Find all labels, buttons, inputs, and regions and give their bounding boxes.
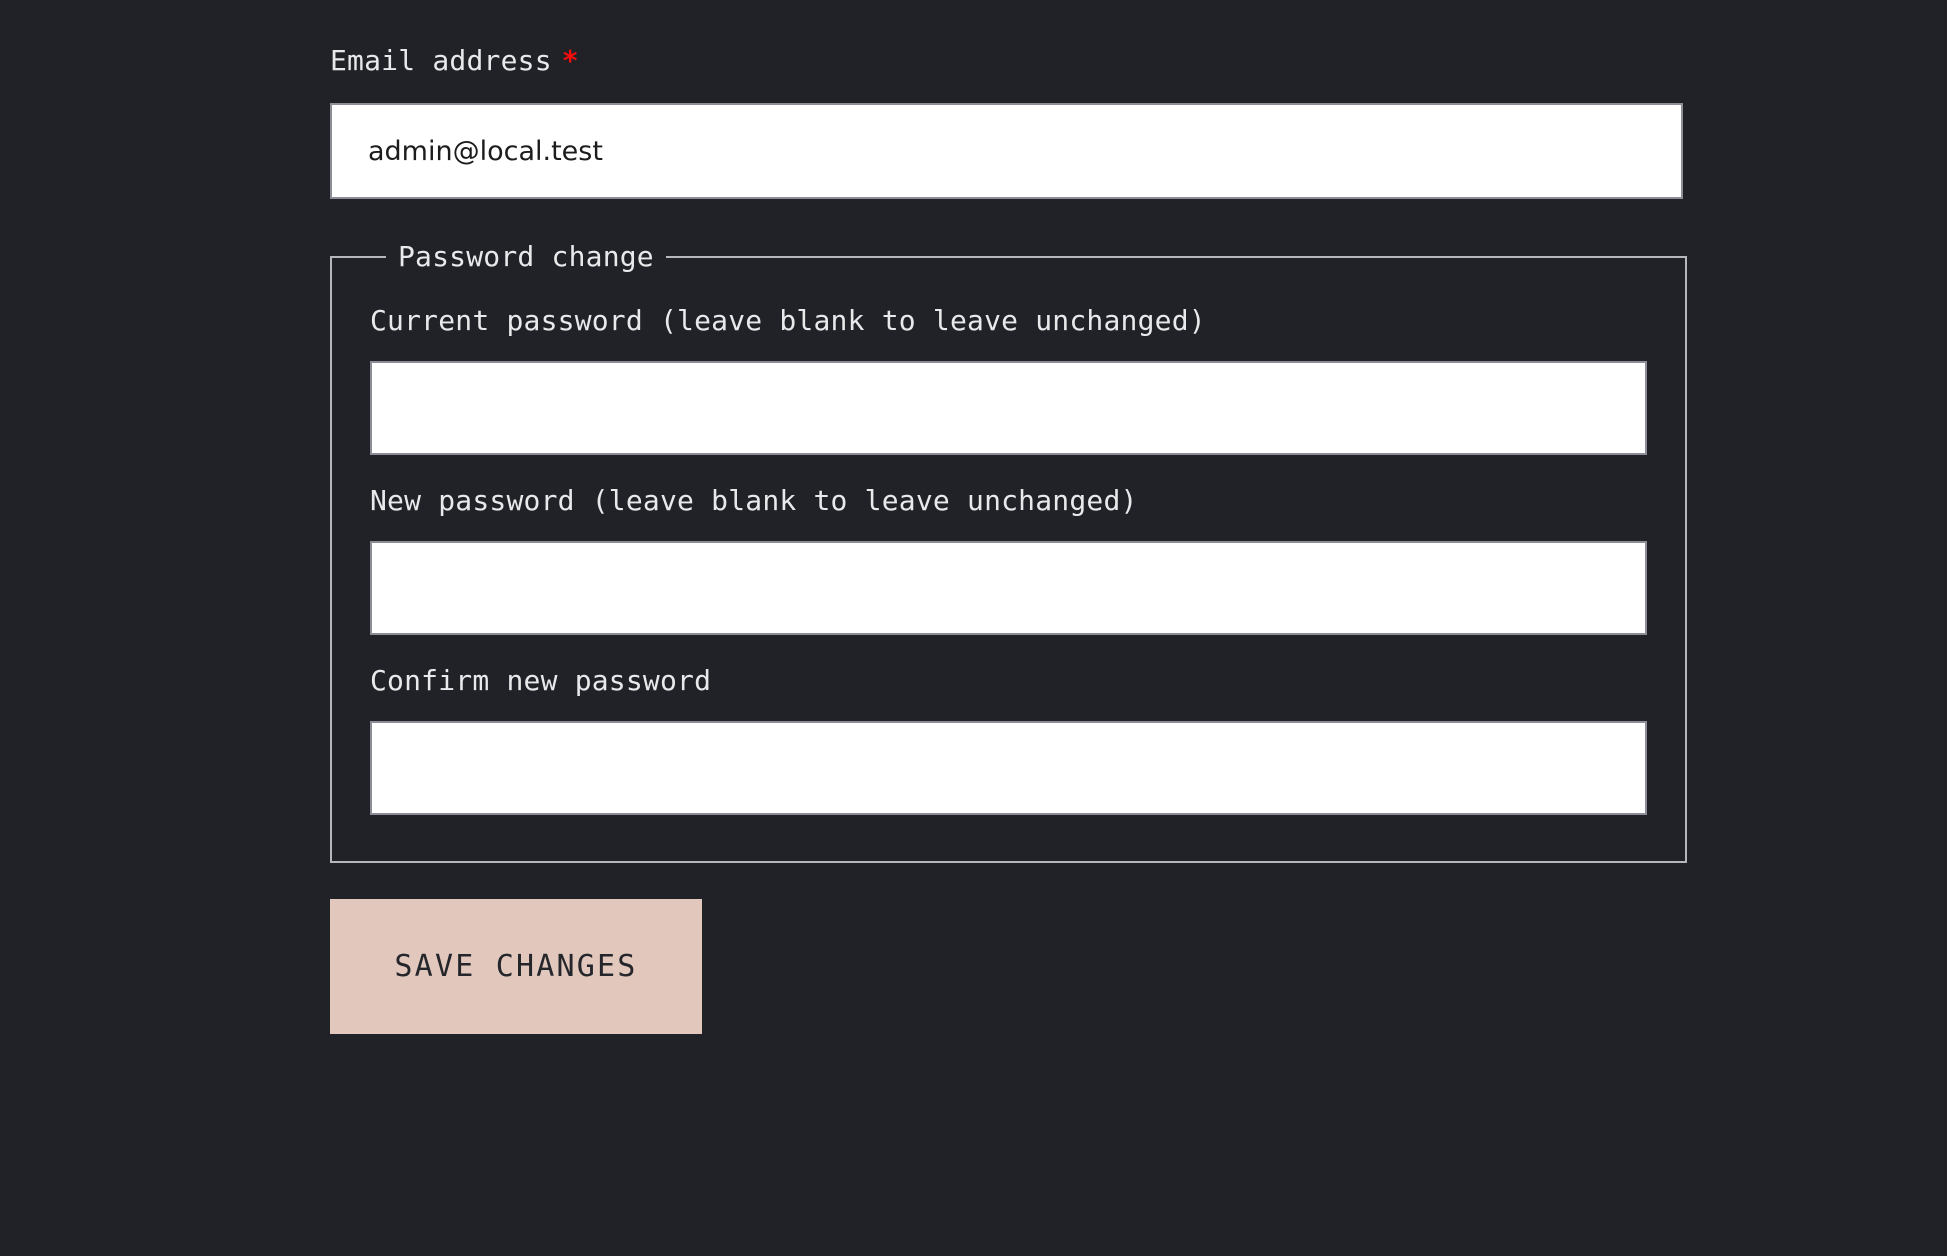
email-address-label: Email address * [330, 47, 1683, 75]
confirm-new-password-input[interactable] [370, 721, 1647, 815]
new-password-group: New password (leave blank to leave uncha… [370, 487, 1647, 635]
new-password-label: New password (leave blank to leave uncha… [370, 484, 1138, 517]
save-changes-button[interactable]: SAVE CHANGES [330, 899, 702, 1034]
password-change-legend: Password change [398, 240, 654, 273]
current-password-label: Current password (leave blank to leave u… [370, 304, 1206, 337]
email-address-input[interactable] [330, 103, 1683, 199]
password-change-fieldset: Password change Current password (leave … [330, 243, 1687, 863]
email-address-label-text: Email address [330, 44, 552, 77]
account-details-page: Email address * Password change Current p… [0, 0, 1947, 1256]
account-details-form: Email address * Password change Current p… [330, 0, 1687, 1034]
confirm-new-password-label: Confirm new password [370, 664, 712, 697]
current-password-input[interactable] [370, 361, 1647, 455]
new-password-input[interactable] [370, 541, 1647, 635]
current-password-group: Current password (leave blank to leave u… [370, 307, 1647, 455]
confirm-new-password-group: Confirm new password [370, 667, 1647, 815]
required-marker-icon: * [561, 44, 579, 77]
